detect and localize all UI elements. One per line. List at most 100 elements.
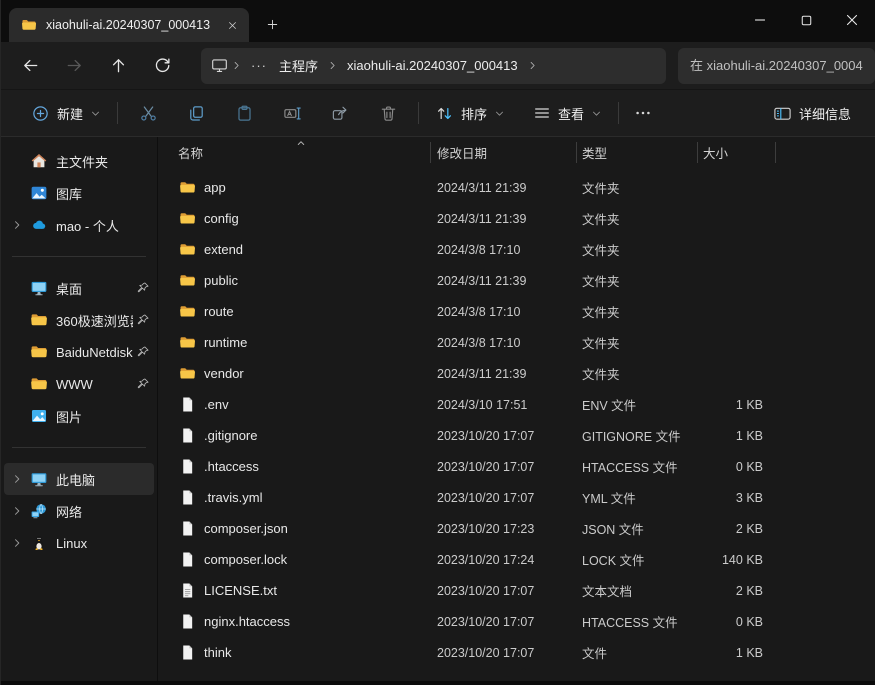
maximize-button[interactable] xyxy=(783,0,829,40)
sidebar-item[interactable]: mao - 个人 xyxy=(4,209,154,241)
sidebar-item[interactable]: 图库 xyxy=(4,177,154,209)
minimize-button[interactable] xyxy=(737,0,783,40)
column-header-size[interactable]: 大小 xyxy=(697,137,775,168)
file-lines-icon xyxy=(179,582,196,599)
close-button[interactable] xyxy=(829,0,875,40)
file-row[interactable]: extend2024/3/8 17:10文件夹 xyxy=(158,234,875,265)
file-type: YML 文件 xyxy=(576,488,697,507)
rename-button[interactable] xyxy=(268,96,316,130)
up-button[interactable] xyxy=(99,49,137,83)
forward-button[interactable] xyxy=(55,49,93,83)
file-date: 2023/10/20 17:07 xyxy=(430,615,576,629)
sidebar-item-label: 图片 xyxy=(56,407,154,426)
details-label: 详细信息 xyxy=(799,104,851,123)
breadcrumb-item[interactable]: xiaohuli-ai.20240307_000413 xyxy=(341,55,524,76)
file-name: LICENSE.txt xyxy=(204,583,277,598)
expand-chevron[interactable] xyxy=(4,473,29,485)
file-name: composer.json xyxy=(204,521,288,536)
paste-icon xyxy=(235,104,254,123)
expand-chevron[interactable] xyxy=(4,537,29,549)
file-type: HTACCESS 文件 xyxy=(576,457,697,476)
explorer-tab[interactable]: xiaohuli-ai.20240307_000413 xyxy=(9,8,249,42)
sort-button[interactable]: 排序 xyxy=(425,96,515,130)
sort-ascending-icon xyxy=(296,138,306,148)
new-plus-icon xyxy=(31,104,50,123)
tab-close-button[interactable] xyxy=(221,14,243,36)
expand-chevron[interactable] xyxy=(4,505,29,517)
sidebar-item[interactable]: 图片 xyxy=(4,400,154,432)
file-name: app xyxy=(204,180,226,195)
file-size: 3 KB xyxy=(697,491,775,505)
paste-button[interactable] xyxy=(220,96,268,130)
file-row[interactable]: .env2024/3/10 17:51ENV 文件1 KB xyxy=(158,389,875,420)
copy-button[interactable] xyxy=(172,96,220,130)
folder-icon xyxy=(21,17,37,33)
expand-chevron[interactable] xyxy=(4,219,29,231)
file-row[interactable]: nginx.htaccess2023/10/20 17:07HTACCESS 文… xyxy=(158,606,875,637)
file-list: app2024/3/11 21:39文件夹config2024/3/11 21:… xyxy=(158,172,875,668)
new-button[interactable]: 新建 xyxy=(21,96,111,130)
file-row[interactable]: config2024/3/11 21:39文件夹 xyxy=(158,203,875,234)
column-header-date[interactable]: 修改日期 xyxy=(430,137,576,168)
cut-button[interactable] xyxy=(124,96,172,130)
breadcrumb-ellipsis[interactable]: ··· xyxy=(245,58,273,73)
breadcrumb-item[interactable]: 主程序 xyxy=(273,53,324,78)
plus-icon xyxy=(266,18,279,31)
file-type: 文件夹 xyxy=(576,364,697,383)
window-controls xyxy=(737,0,875,40)
chevron-right-icon xyxy=(11,505,23,517)
file-icon xyxy=(179,613,196,630)
folder-icon xyxy=(179,365,196,382)
sidebar-divider xyxy=(12,447,146,448)
file-row[interactable]: public2024/3/11 21:39文件夹 xyxy=(158,265,875,296)
sidebar-item[interactable]: Linux xyxy=(4,527,154,559)
address-bar[interactable]: ··· 主程序 xiaohuli-ai.20240307_000413 xyxy=(201,48,666,84)
file-date: 2023/10/20 17:24 xyxy=(430,553,576,567)
file-row[interactable]: .travis.yml2023/10/20 17:07YML 文件3 KB xyxy=(158,482,875,513)
navigation-bar: ··· 主程序 xiaohuli-ai.20240307_000413 xyxy=(1,42,875,90)
new-tab-button[interactable] xyxy=(259,11,286,38)
sidebar-item[interactable]: 360极速浏览器下载 xyxy=(4,304,154,336)
sidebar-item[interactable]: 网络 xyxy=(4,495,154,527)
file-icon xyxy=(179,551,196,568)
file-name: route xyxy=(204,304,234,319)
file-row[interactable]: composer.lock2023/10/20 17:24LOCK 文件140 … xyxy=(158,544,875,575)
file-name: public xyxy=(204,273,238,288)
sidebar-item[interactable]: 桌面 xyxy=(4,272,154,304)
back-button[interactable] xyxy=(11,49,49,83)
column-header-name[interactable]: 名称 xyxy=(158,137,430,168)
sidebar-item[interactable]: 主文件夹 xyxy=(4,145,154,177)
refresh-button[interactable] xyxy=(143,49,181,83)
sort-icon xyxy=(435,104,454,123)
desktop-icon xyxy=(30,279,48,297)
file-row[interactable]: .gitignore2023/10/20 17:07GITIGNORE 文件1 … xyxy=(158,420,875,451)
view-button[interactable]: 查看 xyxy=(523,96,612,130)
column-header-type[interactable]: 类型 xyxy=(576,137,697,168)
file-row[interactable]: runtime2024/3/8 17:10文件夹 xyxy=(158,327,875,358)
close-icon xyxy=(227,20,238,31)
file-row[interactable]: composer.json2023/10/20 17:23JSON 文件2 KB xyxy=(158,513,875,544)
file-row[interactable]: think2023/10/20 17:07文件1 KB xyxy=(158,637,875,668)
details-button[interactable]: 详细信息 xyxy=(763,96,861,130)
sidebar-item-label: 网络 xyxy=(56,502,154,521)
file-row[interactable]: vendor2024/3/11 21:39文件夹 xyxy=(158,358,875,389)
file-row[interactable]: route2024/3/8 17:10文件夹 xyxy=(158,296,875,327)
search-input[interactable] xyxy=(678,48,875,84)
more-button[interactable] xyxy=(625,96,661,130)
file-type: 文件夹 xyxy=(576,178,697,197)
delete-button[interactable] xyxy=(364,96,412,130)
pin-icon xyxy=(136,313,150,327)
file-size: 2 KB xyxy=(697,522,775,536)
share-button[interactable] xyxy=(316,96,364,130)
file-row[interactable]: .htaccess2023/10/20 17:07HTACCESS 文件0 KB xyxy=(158,451,875,482)
file-type: 文件 xyxy=(576,643,697,662)
sidebar-item[interactable]: WWW xyxy=(4,368,154,400)
folder-icon xyxy=(179,179,196,196)
file-row[interactable]: LICENSE.txt2023/10/20 17:07文本文档2 KB xyxy=(158,575,875,606)
file-icon xyxy=(179,489,196,506)
file-icon xyxy=(179,644,196,661)
file-size: 1 KB xyxy=(697,646,775,660)
sidebar-item[interactable]: 此电脑 xyxy=(4,463,154,495)
sidebar-item[interactable]: BaiduNetdiskDownload xyxy=(4,336,154,368)
file-row[interactable]: app2024/3/11 21:39文件夹 xyxy=(158,172,875,203)
